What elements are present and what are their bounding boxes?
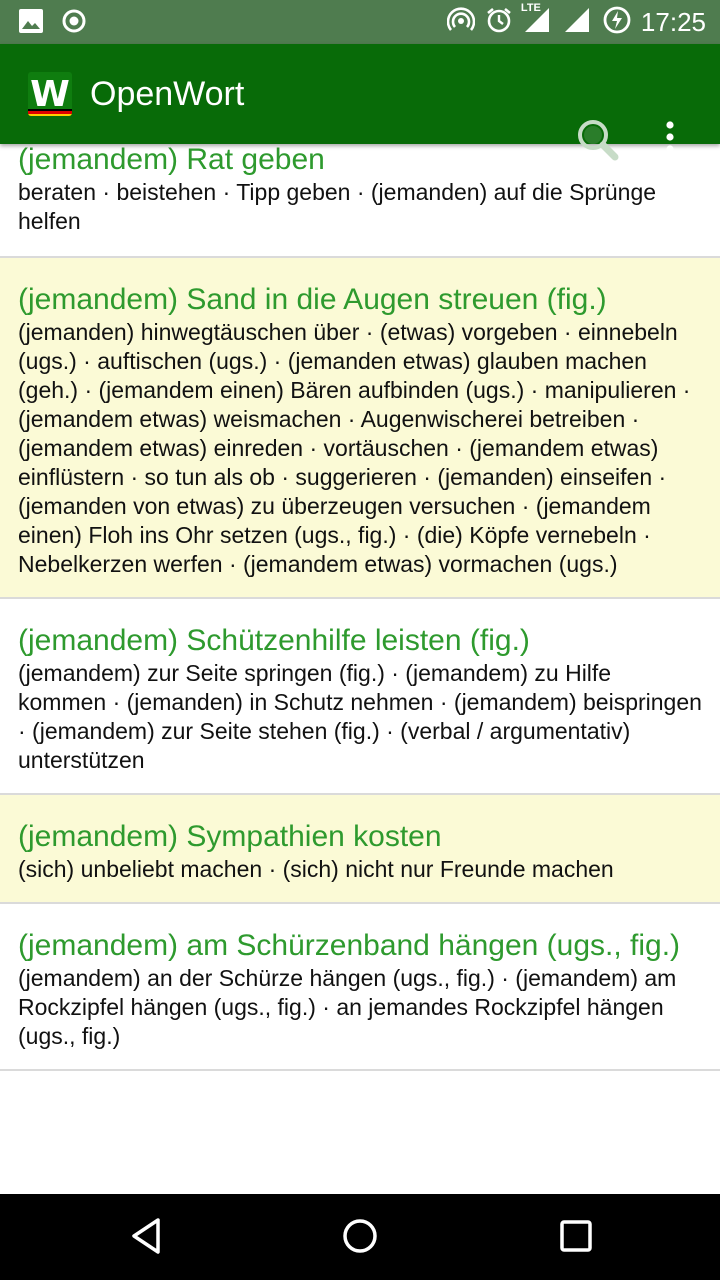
signal-icon (563, 6, 593, 39)
headword: (jemandem) Schützenhilfe leisten (fig.) (18, 624, 530, 657)
synonyms: (jemandem) zur Seite springen (fig.) · (… (18, 660, 702, 773)
synonyms: (jemandem) an der Schürze hängen (ugs., … (18, 965, 677, 1049)
navigation-bar (0, 1194, 720, 1280)
clock: 17:25 (640, 6, 706, 37)
synonym-list[interactable]: (jemandem) Rat geben beraten · beistehen… (0, 144, 720, 1194)
synonyms: (sich) unbeliebt machen · (sich) nicht n… (18, 856, 614, 882)
record-icon (62, 9, 86, 38)
list-item[interactable]: (jemandem) Sand in die Augen streuen (fi… (0, 258, 720, 599)
list-item[interactable]: (jemandem) Schützenhilfe leisten (fig.) … (0, 599, 720, 795)
headword: (jemandem) Sympathien kosten (18, 820, 442, 853)
list-item[interactable]: (jemandem) Sympathien kosten (sich) unbe… (0, 795, 720, 904)
signal-icon: LTE (521, 2, 553, 39)
list-item[interactable]: (jemandem) am Schürzenband hängen (ugs.,… (0, 904, 720, 1071)
image-icon (18, 8, 44, 39)
search-icon[interactable] (573, 116, 621, 169)
synonyms: (jemanden) hinwegtäuschen über · (etwas)… (18, 319, 691, 577)
back-icon[interactable] (126, 1214, 166, 1263)
hotspot-icon (446, 6, 476, 39)
recents-icon[interactable] (556, 1214, 596, 1263)
home-icon[interactable] (340, 1214, 380, 1263)
status-bar: LTE 17:25 (0, 0, 720, 44)
app-bar: W OpenWort (0, 44, 720, 161)
synonyms: beraten · beistehen · Tipp geben · (jema… (18, 179, 657, 234)
flag-stripe (28, 109, 72, 116)
app-logo: W (28, 72, 72, 116)
headword: (jemandem) am Schürzenband hängen (ugs.,… (18, 929, 681, 962)
app-title: OpenWort (90, 75, 245, 113)
battery-charging-icon (603, 6, 631, 39)
alarm-icon (485, 6, 513, 39)
headword: (jemandem) Sand in die Augen streuen (fi… (18, 283, 607, 316)
network-type-label: LTE (520, 1, 541, 14)
more-vert-icon[interactable] (664, 120, 676, 159)
